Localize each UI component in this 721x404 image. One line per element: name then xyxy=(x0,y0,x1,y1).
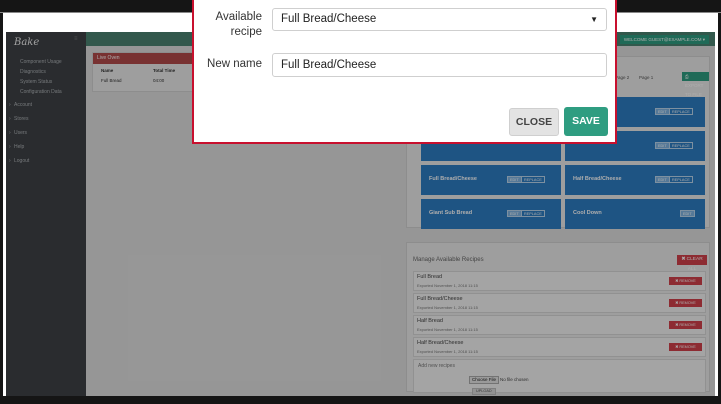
replace-recipe-dialog: Available recipe Full Bread/Cheese ▼ New… xyxy=(192,0,617,144)
screen: Bake ≡ Component Usage Diagnostics Syste… xyxy=(0,0,721,404)
dropdown-arrow-icon: ▼ xyxy=(590,15,598,24)
save-button[interactable]: SAVE xyxy=(564,107,608,136)
available-recipe-select[interactable]: Full Bread/Cheese ▼ xyxy=(272,8,607,31)
bottom-black-bar xyxy=(0,396,721,404)
new-name-label: New name xyxy=(207,58,262,70)
selected-recipe: Full Bread/Cheese xyxy=(281,13,377,25)
available-recipe-label: Available recipe xyxy=(215,11,262,38)
left-black-bar xyxy=(0,13,3,404)
close-button[interactable]: CLOSE xyxy=(509,108,559,136)
new-name-input[interactable] xyxy=(272,53,607,77)
